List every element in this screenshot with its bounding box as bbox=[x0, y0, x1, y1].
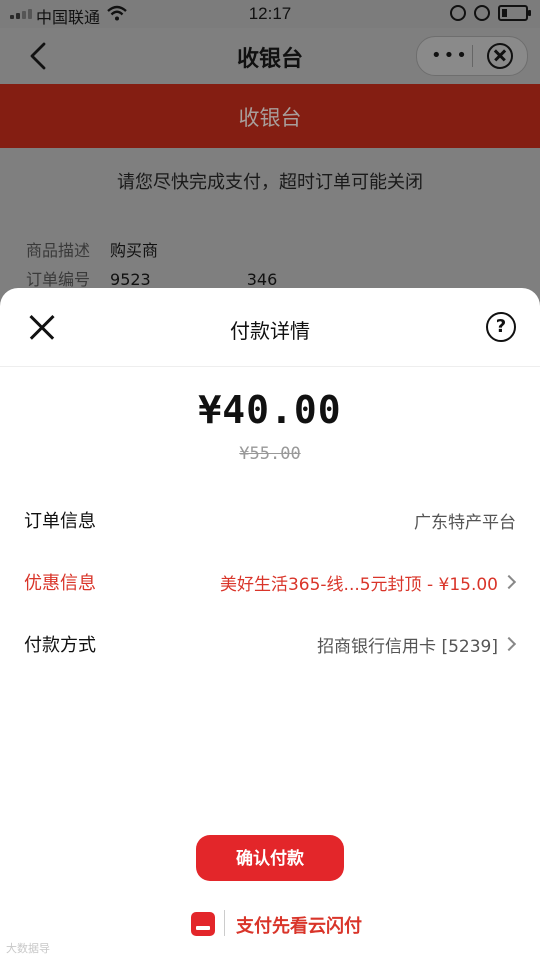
payment-sheet: 付款详情 ? ¥40.00 ¥55.00 订单信息 广东特产平台 优惠信息 美好… bbox=[0, 288, 540, 960]
discount-row[interactable]: 优惠信息 美好生活365-线...5元封顶 - ¥15.00 bbox=[24, 569, 517, 599]
sheet-title: 付款详情 bbox=[230, 319, 310, 343]
chevron-right-icon bbox=[501, 574, 517, 590]
unionpay-app-logo-icon bbox=[191, 912, 215, 936]
discount-value: 美好生活365-线...5元封顶 - ¥15.00 bbox=[219, 575, 498, 595]
payment-method-row[interactable]: 付款方式 招商银行信用卡 [5239] bbox=[24, 631, 517, 661]
footer-slogan: 支付先看云闪付 bbox=[236, 916, 362, 937]
product-desc-row: 商品描述 购买商 bbox=[26, 237, 158, 261]
watermark: 大数据导 bbox=[6, 942, 50, 955]
banner-title: 收银台 bbox=[238, 106, 302, 130]
battery-icon bbox=[498, 5, 531, 21]
order-info-label: 订单信息 bbox=[24, 511, 96, 532]
payment-method-label: 付款方式 bbox=[24, 635, 96, 656]
more-icon[interactable]: ••• bbox=[431, 47, 469, 65]
product-desc-value: 购买商 bbox=[110, 241, 159, 260]
payment-method-value: 招商银行信用卡 [5239] bbox=[317, 637, 498, 657]
confirm-payment-button[interactable]: 确认付款 bbox=[196, 835, 344, 881]
checkout-banner: 收银台 bbox=[0, 84, 540, 148]
pay-amount: ¥40.00 bbox=[198, 388, 342, 432]
order-info-value: 广东特产平台 bbox=[414, 513, 516, 533]
chevron-right-icon bbox=[501, 636, 517, 652]
help-icon[interactable]: ? bbox=[486, 312, 516, 342]
original-amount: ¥55.00 bbox=[239, 444, 301, 464]
discount-label: 优惠信息 bbox=[24, 573, 96, 594]
product-desc-label: 商品描述 bbox=[26, 241, 91, 260]
order-info-row: 订单信息 广东特产平台 bbox=[24, 507, 516, 537]
alarm-icon bbox=[474, 5, 490, 21]
order-number-label: 订单编号 bbox=[26, 270, 91, 289]
capsule-divider bbox=[472, 45, 473, 67]
nav-bar: 收银台 ••• bbox=[0, 28, 540, 84]
rotation-lock-icon bbox=[450, 5, 466, 21]
order-number-start: 9523 bbox=[110, 270, 151, 289]
status-icons bbox=[450, 5, 531, 21]
mini-program-capsule: ••• bbox=[416, 36, 528, 76]
status-bar: 中国联通 12:17 bbox=[0, 0, 540, 28]
footer-divider bbox=[224, 910, 225, 936]
close-circle-icon[interactable] bbox=[487, 43, 513, 69]
timeout-notice: 请您尽快完成支付，超时订单可能关闭 bbox=[117, 172, 423, 193]
order-number-row: 订单编号 9523 346 bbox=[26, 266, 277, 290]
order-number-end: 346 bbox=[246, 270, 278, 289]
sheet-header: 付款详情 ? bbox=[0, 288, 540, 367]
